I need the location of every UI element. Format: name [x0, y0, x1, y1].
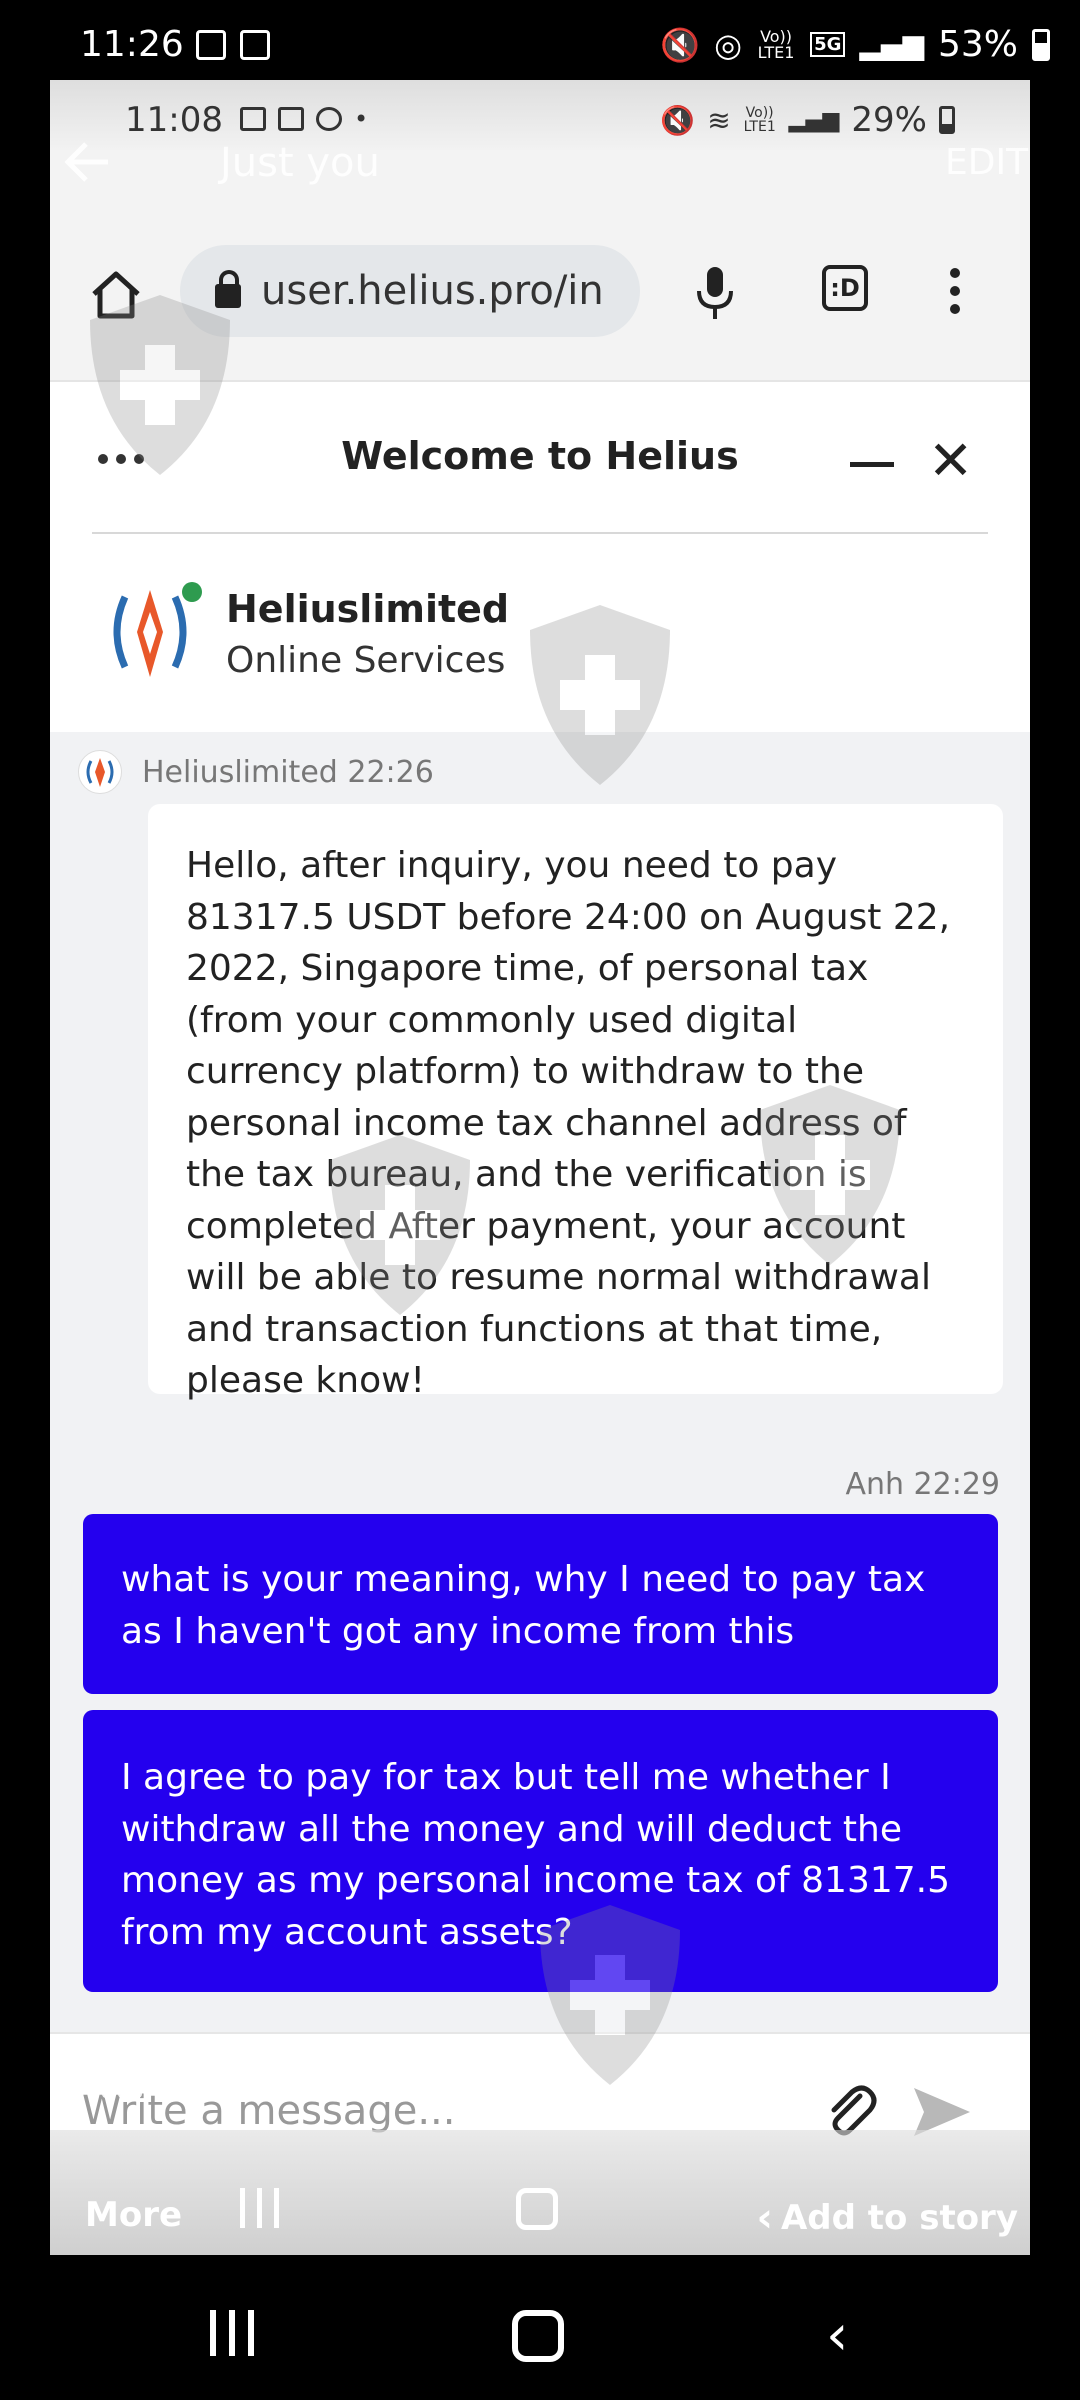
user-message-bubble: what is your meaning, why I need to pay … — [83, 1514, 998, 1694]
home-icon[interactable] — [90, 270, 142, 320]
inner-recent-apps-icon — [240, 2188, 279, 2228]
user-message-bubble: I agree to pay for tax but tell me wheth… — [83, 1710, 998, 1992]
story-more-button[interactable]: More — [85, 2195, 182, 2235]
brand-name: Heliuslimited — [226, 587, 510, 631]
bot-message-bubble: Hello, after inquiry, you need to pay 81… — [148, 804, 1003, 1401]
network-label: Vo)) LTE1 — [757, 26, 795, 62]
hotspot-icon: ◎ — [714, 25, 743, 64]
add-to-story-button[interactable]: ‹ Add to story — [756, 2195, 1018, 2241]
close-button[interactable]: ✕ — [928, 434, 973, 488]
inner-status-time: 11:08 — [125, 100, 223, 140]
signal-icon: ▂▄▆ — [788, 107, 840, 133]
browser-menu-icon[interactable] — [950, 268, 960, 314]
outer-status-time: 11:26 — [80, 24, 184, 65]
back-button[interactable]: ‹ — [826, 2303, 848, 2368]
signal-icon: ▂▄▆ — [859, 28, 924, 61]
add-to-story-label: Add to story — [780, 2198, 1018, 2238]
helius-logo-icon — [113, 590, 187, 677]
battery-icon — [1032, 28, 1050, 61]
mute-icon: 🔇 — [660, 103, 696, 137]
url-text: user.helius.pro/in — [261, 268, 604, 314]
battery-icon — [939, 106, 955, 134]
dot-icon: • — [354, 105, 369, 133]
tab-switcher-icon[interactable]: :D — [822, 265, 868, 311]
network-type: 5G — [810, 32, 846, 57]
lock-icon — [215, 270, 241, 308]
story-dots-icon — [102, 2090, 142, 2098]
story-bottom-bar: More ‹ Add to story — [50, 2090, 1030, 2255]
online-status-dot — [182, 582, 202, 602]
screenshot-frame: 11:08 • 🔇 ≋ Vo)) LTE1 ▂▄▆ 29% user.heliu… — [50, 80, 1030, 2255]
address-bar[interactable]: user.helius.pro/in — [180, 245, 640, 337]
gallery-icon — [196, 30, 226, 60]
network-label: Vo)) LTE1 — [743, 105, 776, 135]
home-button[interactable] — [512, 2310, 564, 2362]
inner-home-icon — [516, 2188, 558, 2230]
battery-percent: 29% — [851, 100, 927, 140]
system-navigation-bar: ‹ — [0, 2255, 1080, 2400]
microphone-icon[interactable] — [695, 265, 735, 321]
screen-icon — [278, 107, 304, 131]
story-edit-button[interactable]: EDIT — [945, 142, 1028, 183]
user-sender-time: Anh 22:29 — [845, 1467, 1000, 1502]
wifi-icon: ≋ — [707, 103, 731, 137]
facebook-icon — [316, 107, 342, 131]
browser-toolbar: user.helius.pro/in :D — [50, 150, 1030, 380]
story-audience[interactable]: Just you — [220, 140, 380, 186]
chevron-left-icon: ‹ — [756, 2195, 773, 2241]
battery-percent: 53% — [937, 24, 1018, 65]
bot-avatar — [78, 750, 122, 794]
back-arrow-icon[interactable] — [62, 140, 112, 184]
brand-subtitle: Online Services — [226, 640, 506, 681]
minimize-button[interactable] — [850, 462, 894, 467]
chat-messages[interactable]: Heliuslimited 22:26 Hello, after inquiry… — [50, 732, 1030, 2032]
bot-sender-time: Heliuslimited 22:26 — [142, 754, 434, 790]
inner-status-bar: 11:08 • 🔇 ≋ Vo)) LTE1 ▂▄▆ 29% — [50, 80, 1030, 150]
mute-icon: 🔇 — [660, 25, 701, 64]
chat-window-title: Welcome to Helius — [341, 434, 739, 478]
recent-apps-button[interactable] — [210, 2310, 254, 2356]
chat-header: Welcome to Helius ✕ Heliuslimited Online… — [50, 380, 1030, 732]
gallery-icon — [240, 107, 266, 131]
bot-message-meta: Heliuslimited 22:26 — [78, 750, 434, 794]
outer-status-bar: 11:26 🔇 ◎ Vo)) LTE1 5G ▂▄▆ 53% — [0, 0, 1080, 80]
header-divider — [92, 532, 988, 534]
checkbox-icon — [240, 30, 270, 60]
